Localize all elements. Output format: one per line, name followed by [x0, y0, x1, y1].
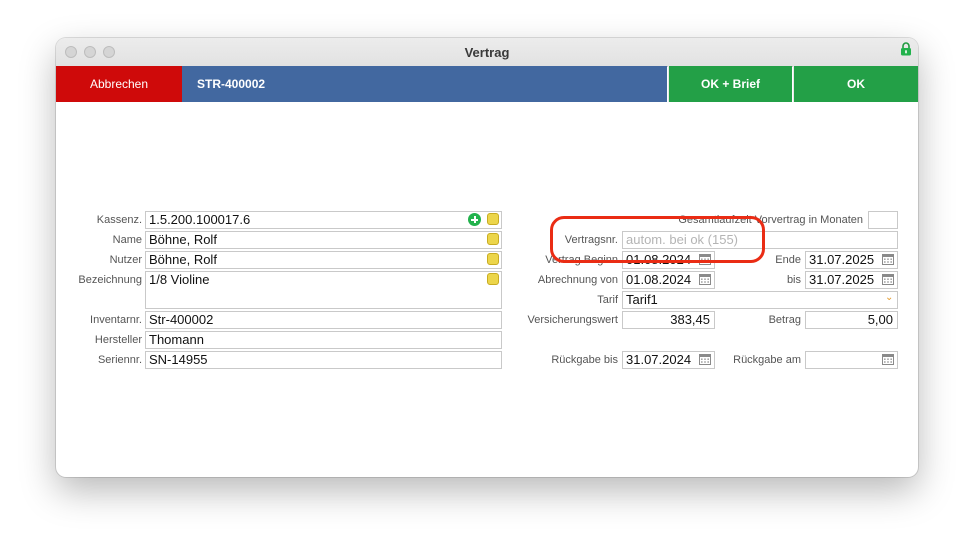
- betrag-label: Betrag: [768, 314, 801, 326]
- cancel-button[interactable]: Abbrechen: [56, 66, 182, 102]
- versicherungswert-field[interactable]: 383,45: [622, 311, 715, 329]
- calendar-icon[interactable]: [699, 354, 711, 365]
- abrechnung-von-label: Abrechnung von: [537, 274, 618, 286]
- gesamtlaufzeit-field[interactable]: [868, 211, 898, 229]
- name-label: Name: [112, 234, 142, 246]
- calendar-icon[interactable]: [699, 274, 711, 285]
- rueckgabe-bis-label: Rückgabe bis: [551, 354, 618, 366]
- bis-label: bis: [786, 274, 801, 286]
- bezeichnung-field[interactable]: 1/8 Violine: [145, 271, 502, 309]
- nutzer-label: Nutzer: [109, 254, 142, 266]
- ok-button[interactable]: OK: [793, 66, 918, 102]
- calendar-icon[interactable]: [882, 254, 894, 265]
- kassenz-lookup-icon[interactable]: [487, 213, 499, 225]
- tarif-select[interactable]: Tarif1: [622, 291, 898, 309]
- bezeichnung-label: Bezeichnung: [78, 274, 142, 286]
- tarif-label: Tarif: [597, 294, 618, 306]
- calendar-icon[interactable]: [882, 274, 894, 285]
- kassenz-field[interactable]: 1.5.200.100017.6: [145, 211, 502, 229]
- seriennr-label: Seriennr.: [97, 354, 142, 366]
- bezeichnung-lookup-icon[interactable]: [487, 273, 499, 285]
- contract-window: Vertrag Abbrechen STR-400002 OK + Brief …: [56, 38, 918, 477]
- nutzer-field[interactable]: Böhne, Rolf: [145, 251, 502, 269]
- betrag-field[interactable]: 5,00: [805, 311, 898, 329]
- name-field[interactable]: Böhne, Rolf: [145, 231, 502, 249]
- inventarnr-label: Inventarnr.: [90, 314, 142, 326]
- contract-id-label: STR-400002: [182, 66, 667, 102]
- ok-brief-button[interactable]: OK + Brief: [668, 66, 792, 102]
- seriennr-field[interactable]: SN-14955: [145, 351, 502, 369]
- title-bar: Vertrag: [56, 38, 918, 67]
- hersteller-label: Hersteller: [94, 334, 142, 346]
- chevron-down-icon[interactable]: ⌄: [885, 292, 893, 303]
- name-lookup-icon[interactable]: [487, 233, 499, 245]
- inventarnr-field[interactable]: Str-400002: [145, 311, 502, 329]
- lock-icon[interactable]: [900, 42, 912, 56]
- kassenz-label: Kassenz.: [96, 214, 142, 226]
- window-title: Vertrag: [464, 45, 510, 60]
- rueckgabe-am-label: Rückgabe am: [733, 354, 801, 366]
- nutzer-lookup-icon[interactable]: [487, 253, 499, 265]
- versicherungswert-label: Versicherungswert: [527, 314, 619, 326]
- add-plus-icon[interactable]: [468, 213, 481, 226]
- annotation-highlight: [550, 216, 765, 263]
- calendar-icon[interactable]: [882, 354, 894, 365]
- ende-label: Ende: [775, 254, 801, 266]
- action-bar: Abbrechen STR-400002 OK + Brief OK: [56, 66, 918, 102]
- hersteller-field[interactable]: Thomann: [145, 331, 502, 349]
